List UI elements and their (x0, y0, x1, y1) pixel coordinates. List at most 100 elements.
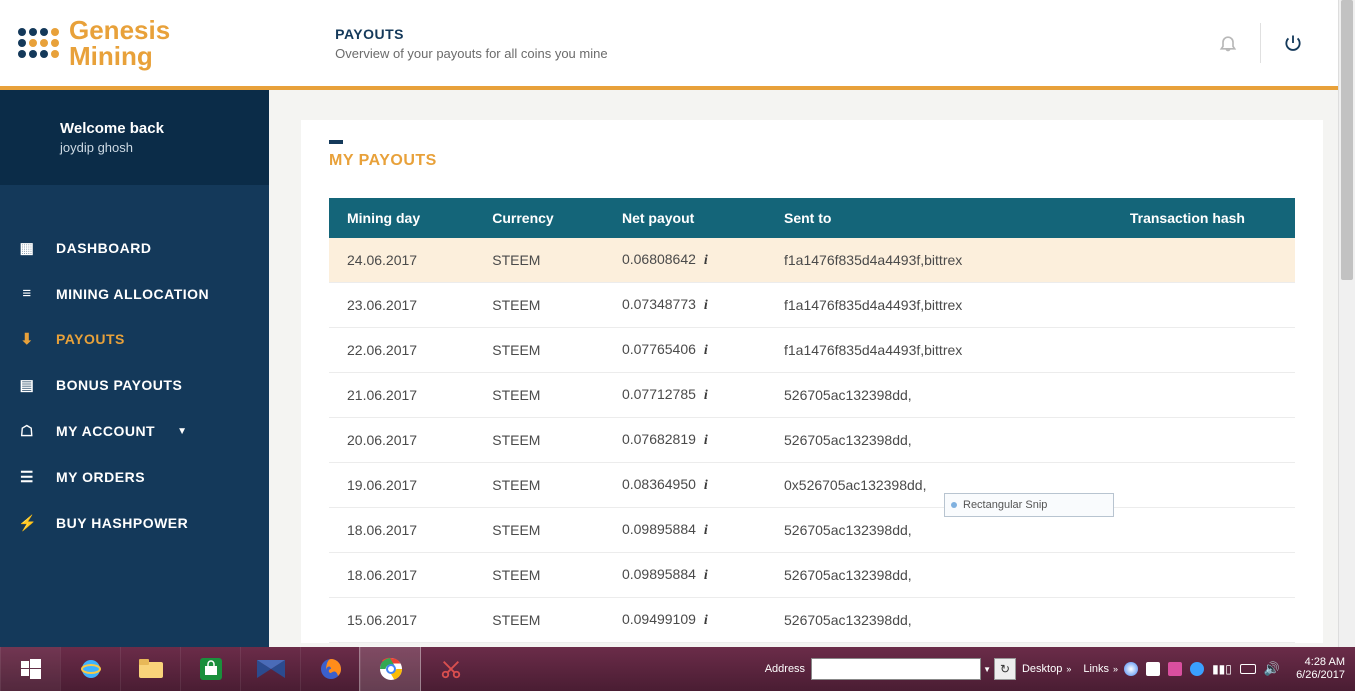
sidebar-item-my-orders[interactable]: ☰ MY ORDERS (0, 454, 269, 500)
cell-mining-day: 18.06.2017 (329, 553, 474, 598)
info-icon[interactable]: i (704, 433, 708, 448)
taskbar-go-button[interactable]: ↻ (994, 658, 1016, 680)
table-row[interactable]: 19.06.2017STEEM0.08364950 i0x526705ac132… (329, 463, 1295, 508)
taskbar-app-ie[interactable] (60, 647, 120, 691)
chevron-down-icon[interactable]: ▼ (983, 665, 991, 674)
system-tray[interactable]: ▮▮▯ 🔊 (1124, 661, 1280, 677)
cell-transaction-hash (1051, 238, 1295, 283)
taskbar-app-chrome[interactable] (360, 647, 420, 691)
taskbar-clock[interactable]: 4:28 AM 6/26/2017 (1286, 656, 1355, 682)
info-icon[interactable]: i (704, 388, 708, 403)
list-icon: ☰ (18, 468, 36, 486)
cell-currency: STEEM (474, 238, 604, 283)
table-row[interactable]: 18.06.2017STEEM0.09895884 i526705ac13239… (329, 508, 1295, 553)
table-row[interactable]: 24.06.2017STEEM0.06808642 if1a1476f835d4… (329, 238, 1295, 283)
sidebar-item-bonus-payouts[interactable]: ▤ BONUS PAYOUTS (0, 362, 269, 408)
info-icon[interactable]: i (704, 298, 708, 313)
tray-onedrive-icon[interactable] (1146, 662, 1160, 676)
taskbar-app-mail[interactable] (240, 647, 300, 691)
page-subtitle: Overview of your payouts for all coins y… (335, 46, 607, 61)
ie-icon (79, 657, 103, 681)
welcome-block: Welcome back joydip ghosh (0, 90, 269, 185)
tray-sync-icon[interactable] (1190, 662, 1204, 676)
logout-button[interactable] (1261, 33, 1325, 53)
brand-logo[interactable]: Genesis Mining (18, 17, 170, 69)
table-row[interactable]: 22.06.2017STEEM0.07765406 if1a1476f835d4… (329, 328, 1295, 373)
bolt-icon: ⚡ (18, 514, 36, 532)
cell-mining-day: 18.06.2017 (329, 508, 474, 553)
sidebar-item-payouts[interactable]: ⬇ PAYOUTS (0, 316, 269, 362)
sidebar-item-buy-hashpower[interactable]: ⚡ BUY HASHPOWER (0, 500, 269, 546)
cell-transaction-hash (1051, 418, 1295, 463)
table-row[interactable]: 20.06.2017STEEM0.07682819 i526705ac13239… (329, 418, 1295, 463)
page-title-block: PAYOUTS Overview of your payouts for all… (335, 26, 607, 61)
table-header-row: Mining day Currency Net payout Sent to T… (329, 198, 1295, 238)
cell-currency: STEEM (474, 373, 604, 418)
clock-date: 6/26/2017 (1296, 669, 1345, 682)
cell-net-payout: 0.07712785 i (604, 373, 766, 418)
tray-chrome-icon[interactable] (1124, 662, 1138, 676)
info-icon[interactable]: i (704, 343, 708, 358)
table-row[interactable]: 21.06.2017STEEM0.07712785 i526705ac13239… (329, 373, 1295, 418)
taskbar-app-firefox[interactable] (300, 647, 360, 691)
table-row[interactable]: 18.06.2017STEEM0.09895884 i526705ac13239… (329, 553, 1295, 598)
chrome-icon (379, 657, 403, 681)
cell-sent-to: f1a1476f835d4a4493f,bittrex (766, 238, 1051, 283)
payouts-panel: MY PAYOUTS Mining day Currency Net payou… (301, 120, 1323, 643)
sidebar-item-label: DASHBOARD (56, 240, 152, 256)
welcome-username: joydip ghosh (60, 140, 249, 155)
taskbar-desktop-label: Desktop (1022, 663, 1062, 675)
taskbar-app-snipping[interactable] (420, 647, 480, 691)
sidebar-item-label: PAYOUTS (56, 331, 125, 347)
cell-net-payout: 0.06808642 i (604, 238, 766, 283)
col-currency[interactable]: Currency (474, 198, 604, 238)
cell-currency: STEEM (474, 463, 604, 508)
tray-volume-icon[interactable]: 🔊 (1264, 661, 1280, 677)
scissors-icon (440, 658, 462, 680)
logo-text: Genesis Mining (69, 17, 170, 69)
cell-mining-day: 23.06.2017 (329, 283, 474, 328)
start-button[interactable] (0, 647, 60, 691)
sidebar-item-mining-allocation[interactable]: ≡ MINING ALLOCATION (0, 271, 269, 316)
tray-flag-icon[interactable] (1168, 662, 1182, 676)
col-mining-day[interactable]: Mining day (329, 198, 474, 238)
cell-sent-to: 526705ac132398dd, (766, 553, 1051, 598)
logo-dots-icon (18, 28, 59, 58)
mail-icon (257, 660, 285, 678)
cell-currency: STEEM (474, 508, 604, 553)
sidebar-item-my-account[interactable]: ☖ MY ACCOUNT ▼ (0, 408, 269, 454)
snip-label: Rectangular Snip (963, 499, 1047, 511)
col-sent-to[interactable]: Sent to (766, 198, 1051, 238)
info-icon[interactable]: i (704, 253, 708, 268)
windows-taskbar: Address ▼ ↻ Desktop » Links » ▮▮▯ 🔊 4:28… (0, 647, 1355, 691)
col-net-payout[interactable]: Net payout (604, 198, 766, 238)
top-header: Genesis Mining PAYOUTS Overview of your … (0, 0, 1355, 90)
sidebar-item-dashboard[interactable]: ▦ DASHBOARD (0, 225, 269, 271)
scrollbar[interactable] (1338, 0, 1355, 647)
cell-transaction-hash (1051, 328, 1295, 373)
notifications-button[interactable] (1196, 32, 1260, 54)
taskbar-links-toolbar[interactable]: Links » (1083, 663, 1118, 675)
table-row[interactable]: 15.06.2017STEEM0.09499109 i526705ac13239… (329, 598, 1295, 643)
sidebar-item-label: BUY HASHPOWER (56, 515, 188, 531)
info-icon[interactable]: i (704, 568, 708, 583)
cell-net-payout: 0.09895884 i (604, 508, 766, 553)
clock-time: 4:28 AM (1296, 656, 1345, 669)
cell-currency: STEEM (474, 598, 604, 643)
info-icon[interactable]: i (704, 478, 708, 493)
taskbar-desktop-toolbar[interactable]: Desktop » (1022, 663, 1071, 675)
cell-mining-day: 15.06.2017 (329, 598, 474, 643)
taskbar-app-explorer[interactable] (120, 647, 180, 691)
info-icon[interactable]: i (704, 523, 708, 538)
taskbar-app-store[interactable] (180, 647, 240, 691)
tray-battery-icon[interactable] (1240, 664, 1256, 674)
user-icon: ☖ (18, 422, 36, 440)
cell-mining-day: 24.06.2017 (329, 238, 474, 283)
tray-network-icon[interactable]: ▮▮▯ (1212, 662, 1232, 676)
taskbar-address-input[interactable] (811, 658, 981, 680)
col-transaction-hash[interactable]: Transaction hash (1051, 198, 1295, 238)
cell-transaction-hash (1051, 283, 1295, 328)
table-row[interactable]: 23.06.2017STEEM0.07348773 if1a1476f835d4… (329, 283, 1295, 328)
cell-sent-to: 526705ac132398dd, (766, 373, 1051, 418)
info-icon[interactable]: i (704, 613, 708, 628)
